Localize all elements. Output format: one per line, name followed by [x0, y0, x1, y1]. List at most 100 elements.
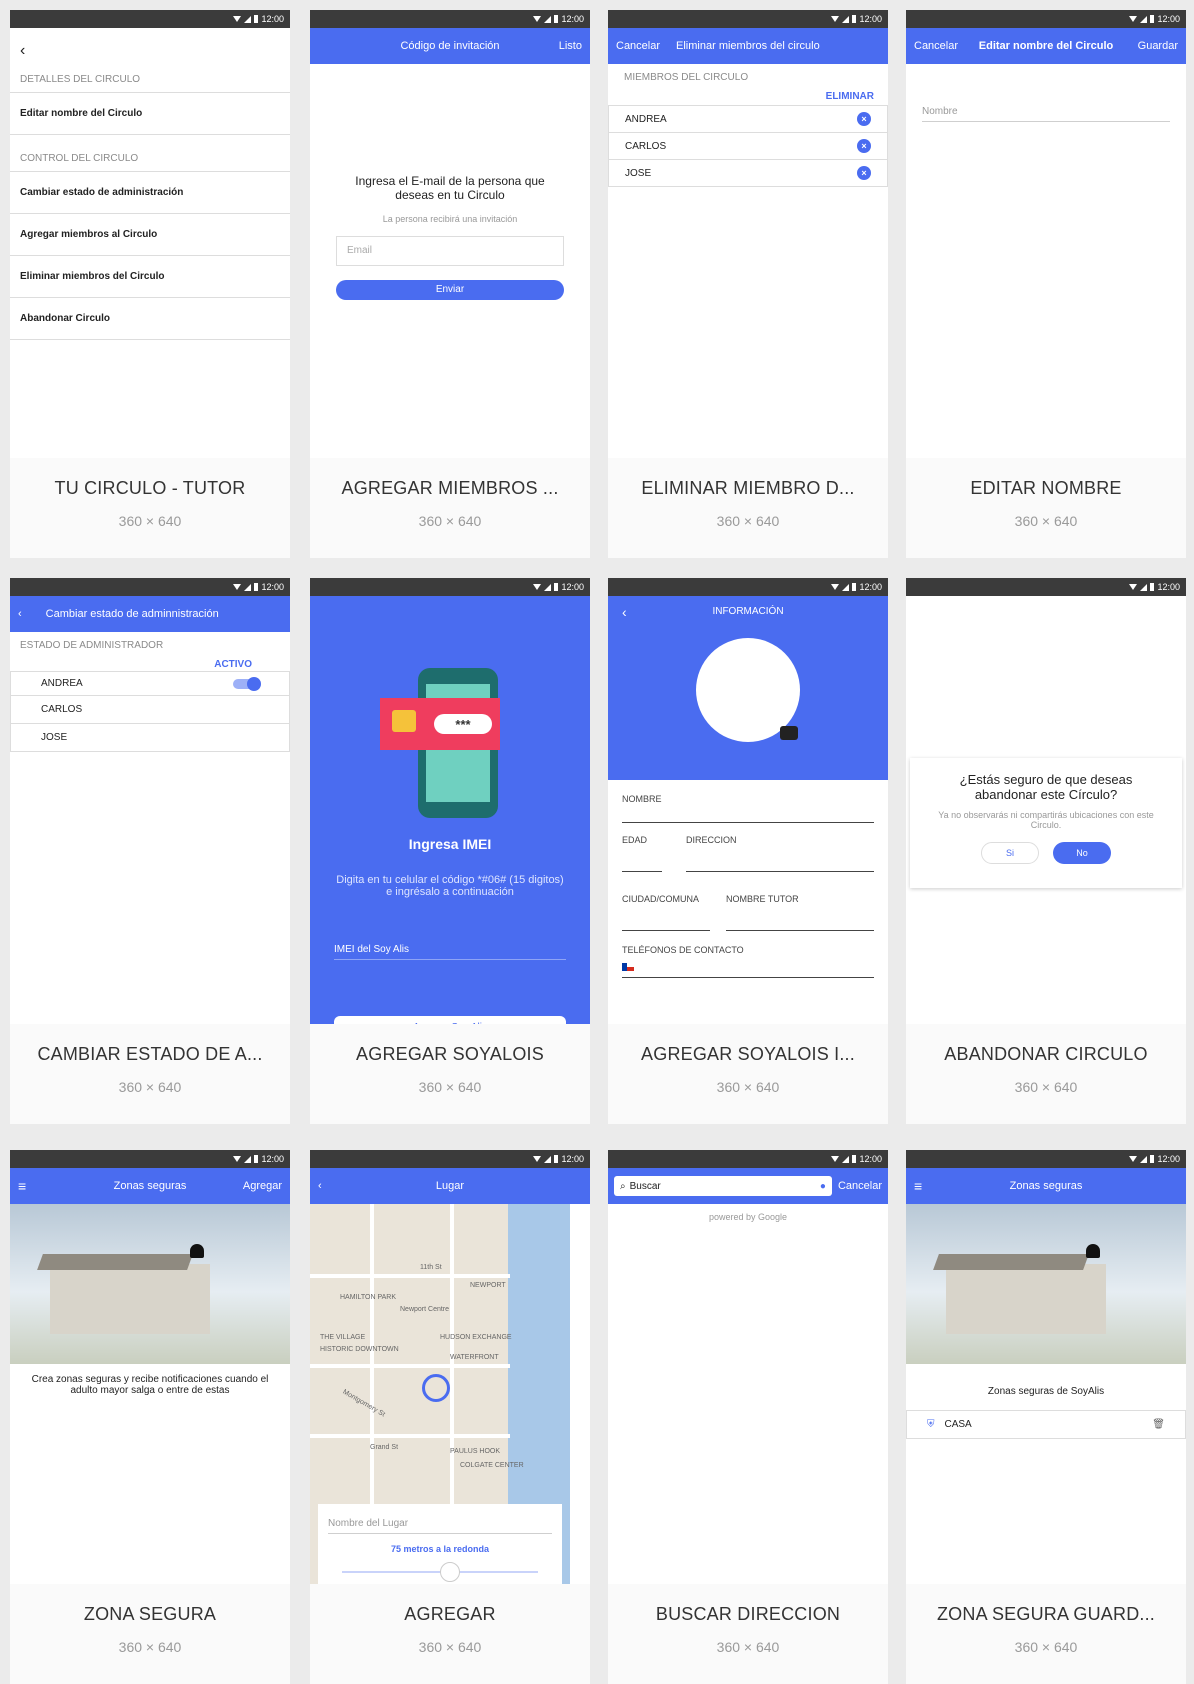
cancel-button[interactable]: Cancelar	[616, 40, 660, 52]
member-row: CARLOS ×	[608, 132, 888, 160]
status-time: 12:00	[561, 1154, 584, 1164]
dialog-question: ¿Estás seguro de que deseas abandonar es…	[959, 772, 1133, 802]
phone-screen: 12:00 ≡ Zonas seguras Agregar Crea zonas…	[10, 1150, 290, 1608]
nombre-field[interactable]: NOMBRE	[622, 794, 874, 823]
screen-card-editar-nombre[interactable]: 12:00 Cancelar Editar nombre del Circulo…	[906, 10, 1186, 558]
screen-card-buscar-direccion[interactable]: 12:00 ⌕ Buscar ● Cancelar powered by Goo…	[608, 1150, 888, 1684]
menu-icon[interactable]: ≡	[914, 1178, 922, 1194]
location-target-icon[interactable]	[422, 1374, 450, 1402]
powered-by-google: powered by Google	[708, 1212, 788, 1222]
zone-row[interactable]: ⛨ CASA 🗑	[906, 1410, 1186, 1439]
menu-row[interactable]: Cambiar estado de administración	[10, 171, 290, 214]
screen-card-cambiar-estado[interactable]: 12:00 ‹ Cambiar estado de adminnistració…	[10, 578, 290, 1124]
place-name-input[interactable]: Nombre del Lugar	[328, 1514, 552, 1534]
card-title: EDITAR NOMBRE	[970, 478, 1122, 498]
edit-name-row[interactable]: Editar nombre del Circulo	[10, 92, 290, 135]
back-arrow-icon[interactable]: ‹	[18, 608, 22, 620]
back-arrow-icon[interactable]: ‹	[10, 28, 290, 66]
card-size: 360 × 640	[118, 513, 182, 529]
camera-icon[interactable]	[780, 726, 798, 740]
card-footer: BUSCAR DIRECCION 360 × 640	[608, 1584, 888, 1684]
search-input[interactable]: ⌕ Buscar ●	[614, 1176, 832, 1196]
remove-icon[interactable]: ×	[857, 112, 871, 126]
search-bar: ⌕ Buscar ● Cancelar	[608, 1168, 888, 1204]
status-time: 12:00	[261, 582, 284, 592]
screen-card-eliminar-miembro[interactable]: 12:00 Cancelar Eliminar miembros del cir…	[608, 10, 888, 558]
map-label: 11th St	[420, 1264, 442, 1271]
done-button[interactable]: Listo	[559, 40, 582, 52]
status-bar: 12:00	[310, 578, 590, 596]
no-button[interactable]: No	[1053, 842, 1111, 864]
tutor-field[interactable]: NOMBRE TUTOR	[726, 894, 874, 931]
phone-screen: 12:00 ‹ Lugar HAMILTON PARK Newport Cent…	[310, 1150, 590, 1608]
map-view[interactable]: HAMILTON PARK Newport Centre NEWPORT THE…	[310, 1204, 570, 1608]
screen-card-abandonar[interactable]: 12:00 ¿Estás seguro de que deseas abando…	[906, 578, 1186, 1124]
card-title: BUSCAR DIRECCION	[655, 1604, 841, 1624]
clear-icon[interactable]: ●	[820, 1181, 826, 1192]
section-header: DETALLES DEL CIRCULO	[20, 74, 141, 85]
map-label: PAULUS HOOK	[450, 1448, 501, 1455]
trash-icon[interactable]: 🗑	[1152, 1419, 1165, 1430]
edad-field[interactable]: EDAD	[622, 835, 662, 872]
phone-screen: 12:00 ‹ Cambiar estado de adminnistració…	[10, 578, 290, 1036]
card-size: 360 × 640	[716, 1639, 780, 1655]
card-size: 360 × 640	[118, 1079, 182, 1095]
app-bar-title: Cambiar estado de adminnistración	[45, 608, 219, 620]
building-illustration	[10, 1204, 290, 1364]
menu-row[interactable]: Abandonar Circulo	[10, 297, 290, 340]
bell-icon	[190, 1244, 204, 1258]
phone-screen: 12:00 Cancelar Editar nombre del Circulo…	[906, 10, 1186, 468]
card-title: AGREGAR SOYALOIS	[356, 1044, 544, 1064]
card-title: ELIMINAR MIEMBRO D...	[641, 478, 855, 498]
zones-subtitle: Zonas seguras de SoyAlis	[987, 1386, 1105, 1397]
screen-card-agregar-lugar[interactable]: 12:00 ‹ Lugar HAMILTON PARK Newport Cent…	[310, 1150, 590, 1684]
member-row: ANDREA	[10, 671, 290, 696]
phone-field[interactable]	[622, 955, 874, 978]
screen-card-tu-circulo[interactable]: 12:00 ‹ DETALLES DEL CIRCULO Editar nomb…	[10, 10, 290, 558]
save-button[interactable]: Guardar	[1138, 40, 1178, 52]
menu-icon[interactable]: ≡	[18, 1178, 26, 1194]
direccion-field[interactable]: DIRECCION	[686, 835, 874, 872]
screen-card-agregar-soyalois[interactable]: 12:00 *** Ingresa IMEI Digita en tu celu…	[310, 578, 590, 1124]
radius-slider[interactable]	[342, 1562, 538, 1582]
building-illustration	[906, 1204, 1186, 1364]
map-label: COLGATE CENTER	[460, 1462, 524, 1469]
send-button[interactable]: Enviar	[336, 280, 564, 300]
member-row: JOSE	[10, 723, 290, 752]
section-header: MIEMBROS DEL CIRCULO	[624, 72, 749, 83]
lock-icon: ***	[380, 698, 500, 750]
cancel-button[interactable]: Cancelar	[914, 40, 958, 52]
screen-card-agregar-miembros[interactable]: 12:00 Código de invitación Listo Ingresa…	[310, 10, 590, 558]
screen-card-zona-segura[interactable]: 12:00 ≡ Zonas seguras Agregar Crea zonas…	[10, 1150, 290, 1684]
card-footer: AGREGAR SOYALOIS 360 × 640	[310, 1024, 590, 1124]
status-bar: 12:00	[10, 1150, 290, 1168]
email-input[interactable]: Email	[336, 236, 564, 266]
status-time: 12:00	[859, 1154, 882, 1164]
member-name: ANDREA	[41, 678, 83, 689]
card-title: AGREGAR MIEMBROS ...	[341, 478, 559, 498]
app-bar-title: Código de invitación	[400, 40, 500, 52]
back-arrow-icon[interactable]: ‹	[318, 1180, 322, 1192]
cancel-button[interactable]: Cancelar	[838, 1180, 882, 1192]
screen-card-soyalois-info[interactable]: 12:00 ‹ INFORMACIÓN NOMBRE EDAD DIRECCIO…	[608, 578, 888, 1124]
card-size: 360 × 640	[716, 1079, 780, 1095]
imei-input[interactable]: IMEI del Soy Alis	[334, 940, 566, 960]
add-button[interactable]: Agregar	[243, 1180, 282, 1192]
name-field[interactable]: Nombre	[922, 102, 1170, 122]
app-bar: ‹ Lugar	[310, 1168, 590, 1204]
remove-icon[interactable]: ×	[857, 166, 871, 180]
menu-row[interactable]: Agregar miembros al Circulo	[10, 213, 290, 256]
yes-button[interactable]: Si	[981, 842, 1039, 864]
status-time: 12:00	[859, 582, 882, 592]
remove-icon[interactable]: ×	[857, 139, 871, 153]
status-time: 12:00	[1157, 1154, 1180, 1164]
menu-row[interactable]: Eliminar miembros del Circulo	[10, 255, 290, 298]
phone-screen: 12:00 Código de invitación Listo Ingresa…	[310, 10, 590, 468]
admin-toggle[interactable]	[233, 676, 261, 691]
app-bar: Código de invitación Listo	[310, 28, 590, 64]
screen-card-zona-segura-guardada[interactable]: 12:00 ≡ Zonas seguras Zonas seguras de S…	[906, 1150, 1186, 1684]
card-title: CAMBIAR ESTADO DE A...	[37, 1044, 263, 1064]
ciudad-field[interactable]: CIUDAD/COMUNA	[622, 894, 710, 931]
card-size: 360 × 640	[418, 1639, 482, 1655]
zones-description: Crea zonas seguras y recibe notificacion…	[31, 1374, 269, 1396]
